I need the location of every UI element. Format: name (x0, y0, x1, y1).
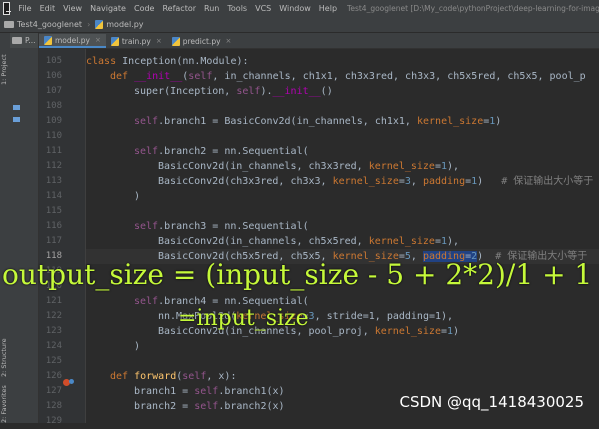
project-panel: P... (10, 33, 39, 423)
python-file-icon (110, 36, 119, 46)
tree-expand-icon[interactable] (13, 105, 20, 110)
line-number: 111 (45, 146, 62, 156)
line-number: 110 (45, 131, 62, 141)
tree-node-icon[interactable] (13, 117, 20, 122)
line-number: 112 (45, 161, 62, 171)
line-number: 122 (45, 311, 62, 321)
breadcrumb-project[interactable]: Test4_googlenet (0, 20, 86, 29)
editor-tab-bar: model.py × train.py × predict.py × (39, 33, 599, 49)
breadcrumb: Test4_googlenet › model.py (0, 17, 599, 33)
python-file-icon (171, 36, 180, 46)
code-line: self.branch3 = nn.Sequential( (134, 221, 309, 232)
line-number: 127 (45, 386, 62, 396)
line-number: 105 (45, 56, 62, 66)
menu-vcs[interactable]: VCS (251, 4, 275, 13)
code-line: BasicConv2d(in_channels, ch5x5red, kerne… (158, 236, 460, 247)
line-number: 129 (45, 416, 62, 426)
window-title: Test4_googlenet [D:\My_code\pythonProjec… (347, 4, 599, 13)
project-panel-title: P... (25, 36, 36, 45)
close-icon[interactable]: × (156, 37, 162, 45)
tab-label: model.py (55, 35, 90, 45)
line-number: 115 (45, 206, 62, 216)
project-tool-button[interactable]: 1: Project (0, 39, 10, 101)
code-editor[interactable]: class Inception(nn.Module): def __init__… (86, 49, 599, 423)
menu-edit[interactable]: Edit (36, 4, 60, 13)
pycharm-logo-icon (3, 2, 12, 15)
code-line: self.branch1 = BasicConv2d(in_channels, … (134, 116, 502, 127)
tab-predict-py[interactable]: predict.py × (167, 34, 237, 48)
code-line: BasicConv2d(in_channels, ch3x3red, kerne… (158, 161, 460, 172)
python-file-icon (44, 35, 52, 45)
line-number: 109 (45, 116, 62, 126)
tab-model-py[interactable]: model.py × (39, 34, 106, 48)
line-number: 121 (45, 296, 62, 306)
line-number: 126 (45, 371, 62, 381)
line-number: 117 (45, 236, 62, 246)
formula-annotation: output_size = (input_size - 5 + 2*2)/1 +… (2, 258, 593, 291)
code-line: BasicConv2d(ch3x3red, ch3x3, kernel_size… (158, 176, 594, 187)
structure-tool-button[interactable]: 2: Structure (0, 329, 10, 387)
tab-label: train.py (121, 36, 151, 46)
project-panel-header[interactable]: P... (10, 33, 38, 48)
code-line: branch1 = self.branch1(x) (134, 386, 285, 397)
menu-file[interactable]: File (14, 4, 35, 13)
code-line: def __init__(self, in_channels, ch1x1, c… (110, 71, 586, 82)
menu-run[interactable]: Run (200, 4, 223, 13)
code-line: super(Inception, self).__init__() (134, 86, 333, 97)
line-number: 116 (45, 221, 62, 231)
code-line: self.branch2 = nn.Sequential( (134, 146, 309, 157)
close-icon[interactable]: × (226, 37, 232, 45)
menu-help[interactable]: Help (315, 4, 341, 13)
menu-code[interactable]: Code (130, 4, 158, 13)
csdn-watermark: CSDN @qq_1418430025 (399, 393, 584, 411)
implements-method-icon[interactable] (69, 379, 74, 384)
favorites-tool-button[interactable]: 2: Favorites (0, 385, 10, 423)
code-line: ) (134, 341, 141, 352)
tab-train-py[interactable]: train.py × (106, 34, 167, 48)
menu-window[interactable]: Window (275, 4, 315, 13)
menu-refactor[interactable]: Refactor (158, 4, 200, 13)
line-number: 113 (45, 176, 62, 186)
code-line: class Inception(nn.Module): (86, 56, 249, 67)
line-number: 125 (45, 356, 62, 366)
menu-navigate[interactable]: Navigate (86, 4, 130, 13)
project-folder-icon (12, 37, 22, 44)
menu-tools[interactable]: Tools (223, 4, 251, 13)
breadcrumb-file[interactable]: model.py (91, 20, 147, 29)
menu-view[interactable]: View (59, 4, 86, 13)
line-number: 114 (45, 191, 62, 201)
close-icon[interactable]: × (95, 36, 101, 44)
breadcrumb-project-label: Test4_googlenet (17, 20, 83, 29)
line-number: 128 (45, 401, 62, 411)
line-number: 108 (45, 101, 62, 111)
line-number: 106 (45, 71, 62, 81)
folder-icon (4, 21, 14, 28)
tab-label: predict.py (182, 36, 221, 46)
line-number: 124 (45, 341, 62, 351)
editor-gutter[interactable]: 105 106 107 108 109 110 111 112 113 114 … (39, 49, 86, 426)
code-line: def forward(self, x): (110, 371, 237, 382)
line-number: 107 (45, 86, 62, 96)
code-line: ) (134, 191, 141, 202)
breadcrumb-file-label: model.py (106, 20, 144, 29)
code-line: branch2 = self.branch2(x) (134, 401, 285, 412)
formula-result-annotation: =input_size (178, 306, 309, 331)
python-file-icon (95, 20, 104, 29)
line-number: 123 (45, 326, 62, 336)
menu-bar: File Edit View Navigate Code Refactor Ru… (0, 0, 599, 18)
